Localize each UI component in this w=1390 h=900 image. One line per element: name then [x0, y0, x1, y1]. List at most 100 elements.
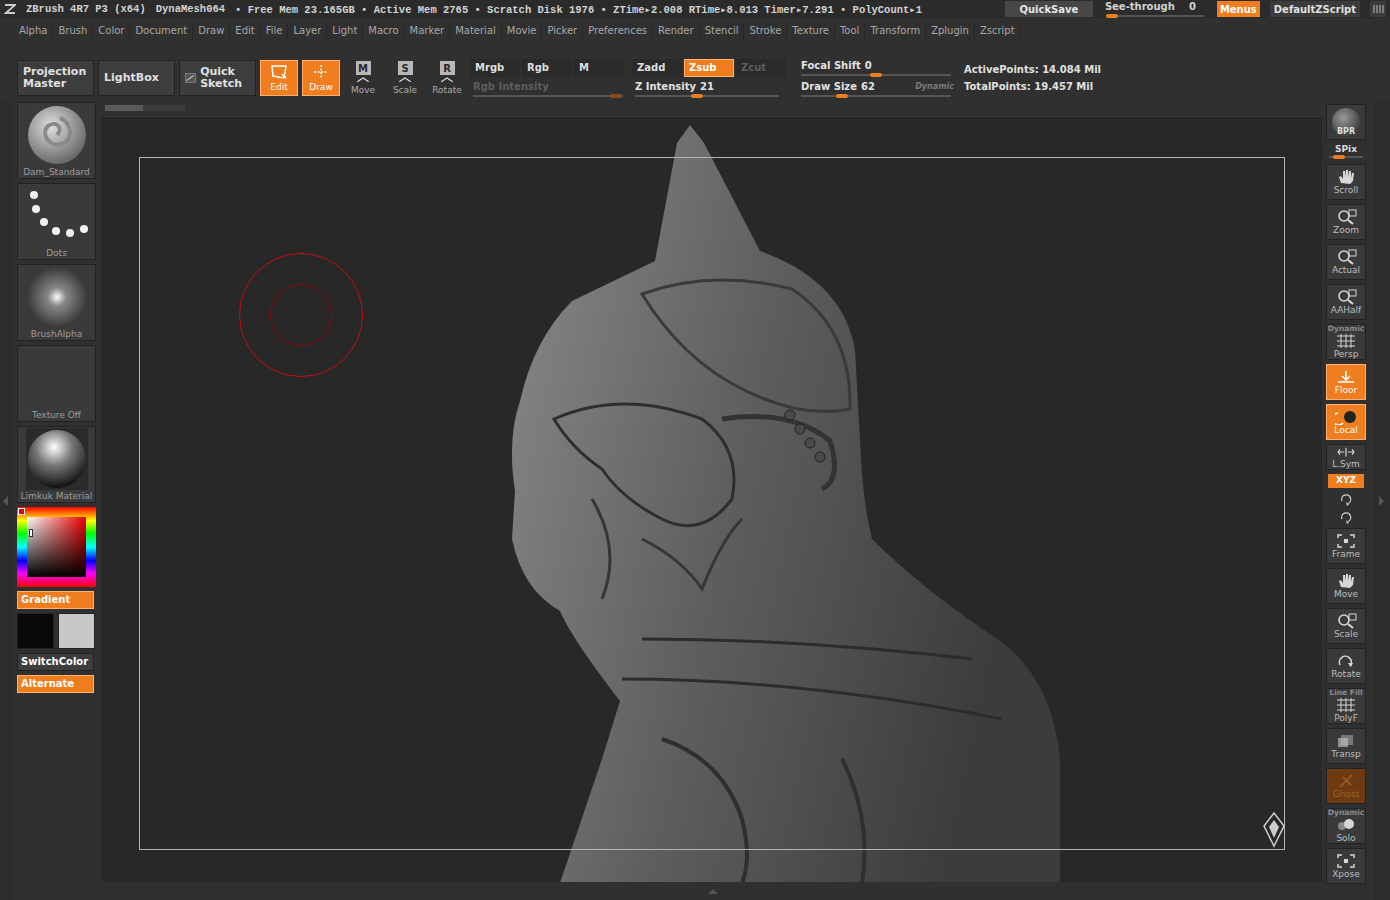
menu-item[interactable]: Picker	[542, 22, 583, 40]
menus-toggle[interactable]: Menus	[1217, 1, 1260, 17]
menu-item[interactable]: Preferences	[583, 22, 653, 40]
color-mode-chip[interactable]: Rgb	[522, 59, 572, 77]
focal-shift-slider[interactable]: Focal Shift0	[798, 59, 954, 76]
alternate-toggle[interactable]: Alternate	[17, 675, 94, 693]
scale-mode-button[interactable]: SScale	[386, 60, 424, 96]
view-button[interactable]: Xpose	[1326, 848, 1366, 884]
menu-item[interactable]: Light	[327, 22, 363, 40]
switch-color-button[interactable]: SwitchColor	[17, 653, 94, 671]
z-intensity-slider[interactable]: Z Intensity21	[632, 80, 782, 97]
view-button[interactable]: Floor	[1326, 364, 1366, 400]
menu-item[interactable]: Movie	[502, 22, 543, 40]
left-tray-handle[interactable]	[0, 102, 12, 900]
edit-mode-button[interactable]: Edit	[260, 60, 298, 96]
view-button[interactable]: Local	[1326, 404, 1366, 440]
menu-item[interactable]: Texture	[787, 22, 835, 40]
stroke-slot[interactable]: Dots	[17, 183, 96, 260]
point-count: ActivePoints: 14.084 Mil	[964, 64, 1101, 75]
slider-handle[interactable]	[691, 94, 703, 98]
texture-slot[interactable]: Texture Off	[17, 345, 96, 422]
spix-slider[interactable]: SPix	[1326, 144, 1366, 160]
secondary-swatch[interactable]	[58, 613, 95, 649]
menu-item[interactable]: Layer	[288, 22, 327, 40]
view-button[interactable]: Line FillPolyF	[1326, 688, 1366, 724]
alpha-slot[interactable]: BrushAlpha	[17, 264, 96, 341]
menu-item[interactable]: Stencil	[700, 22, 745, 40]
title-bar: ZBrush 4R7 P3 (x64)DynaMesh064• Free Mem…	[0, 0, 1390, 18]
slider-handle[interactable]	[870, 73, 882, 77]
menu-item[interactable]: Color	[93, 22, 130, 40]
right-tray-handle[interactable]	[1374, 102, 1390, 900]
view-button[interactable]: Actual	[1326, 244, 1366, 280]
menu-item[interactable]: Edit	[230, 22, 260, 40]
color-picker[interactable]	[17, 507, 96, 587]
view-button-label: Ghost	[1333, 789, 1359, 799]
view-button[interactable]: Move	[1326, 568, 1366, 604]
depth-mode-chip[interactable]: Zsub	[684, 59, 734, 77]
bpr-button[interactable]: BPR	[1326, 104, 1366, 140]
projection-master-button[interactable]: Projection Master	[17, 60, 94, 96]
slider-label: Rgb Intensity	[470, 80, 626, 93]
xyz-toggle[interactable]: XYZ	[1328, 474, 1364, 488]
gradient-toggle[interactable]: Gradient	[17, 591, 94, 609]
right-arrow-icon[interactable]	[1376, 494, 1388, 508]
view-button[interactable]: Zoom	[1326, 204, 1366, 240]
color-mode-chip[interactable]: M	[574, 59, 624, 77]
menu-item[interactable]: Macro	[363, 22, 404, 40]
menu-item[interactable]: Brush	[53, 22, 93, 40]
material-slot[interactable]: Limkuk Material	[17, 426, 96, 503]
bottom-tray-handle[interactable]	[102, 882, 1322, 900]
menu-item[interactable]: Alpha	[14, 22, 53, 40]
brush-slot[interactable]: Dam_Standard	[17, 102, 96, 179]
menu-item[interactable]: Transform	[865, 22, 926, 40]
sculpt-model-icon[interactable]	[102, 119, 1322, 882]
rotate-axis-button[interactable]	[1326, 510, 1366, 524]
view-button[interactable]: DynamicPersp	[1326, 324, 1366, 360]
menu-item[interactable]: Render	[653, 22, 700, 40]
view-button[interactable]: Frame	[1326, 528, 1366, 564]
slider-handle[interactable]	[836, 94, 848, 98]
canvas[interactable]	[102, 118, 1322, 882]
saturation-square[interactable]	[27, 517, 86, 577]
left-arrow-icon[interactable]	[0, 494, 12, 508]
draw-size-slider[interactable]: Draw Size62Dynamic	[798, 80, 954, 97]
menu-item[interactable]: Zscript	[975, 22, 1021, 40]
view-button[interactable]: L.Sym	[1326, 444, 1366, 470]
view-button[interactable]: Scroll	[1326, 164, 1366, 200]
see-through-handle[interactable]	[1106, 14, 1118, 18]
right-shelf: BPR SPix Scroll Zoom Actual AAHalf DynamicPers…	[1326, 102, 1368, 900]
quick-sketch-button[interactable]: Quick Sketch	[179, 60, 256, 96]
up-arrow-icon[interactable]	[706, 886, 718, 900]
slider-track	[635, 95, 779, 97]
menu-item[interactable]: Stroke	[744, 22, 787, 40]
view-button[interactable]: Scale	[1326, 608, 1366, 644]
view-button[interactable]: Rotate	[1326, 648, 1366, 684]
view-button[interactable]: AAHalf	[1326, 284, 1366, 320]
scroll-tab[interactable]	[105, 105, 185, 111]
picker-cursor[interactable]	[29, 529, 33, 537]
rotate-mode-button[interactable]: RRotate	[428, 60, 466, 96]
menu-item[interactable]: Marker	[405, 22, 451, 40]
menu-item[interactable]: File	[261, 22, 289, 40]
move-icon	[356, 77, 370, 83]
layout-button[interactable]	[1370, 1, 1386, 17]
view-button[interactable]: Transp	[1326, 728, 1366, 764]
depth-mode-chip[interactable]: Zadd	[632, 59, 682, 77]
lightbox-button[interactable]: LightBox	[98, 60, 175, 96]
move-mode-button[interactable]: MMove	[344, 60, 382, 96]
color-mode-chip[interactable]: Mrgb	[470, 59, 520, 77]
slider-handle[interactable]	[610, 94, 622, 98]
quicksave-button[interactable]: QuickSave	[1005, 1, 1093, 17]
rotate-axis-button[interactable]	[1326, 492, 1366, 506]
menu-item[interactable]: Draw	[193, 22, 230, 40]
menu-item[interactable]: Document	[130, 22, 193, 40]
see-through-slider[interactable]: See-through0	[1103, 1, 1207, 17]
view-button[interactable]: DynamicSolo	[1326, 808, 1366, 844]
default-zscript-button[interactable]: DefaultZScript	[1270, 1, 1360, 17]
menu-item[interactable]: Tool	[835, 22, 865, 40]
menu-item[interactable]: Material	[450, 22, 502, 40]
draw-mode-button[interactable]: Draw	[302, 60, 340, 96]
spix-handle[interactable]	[1333, 155, 1345, 159]
primary-swatch[interactable]	[17, 613, 54, 649]
menu-item[interactable]: Zplugin	[926, 22, 975, 40]
